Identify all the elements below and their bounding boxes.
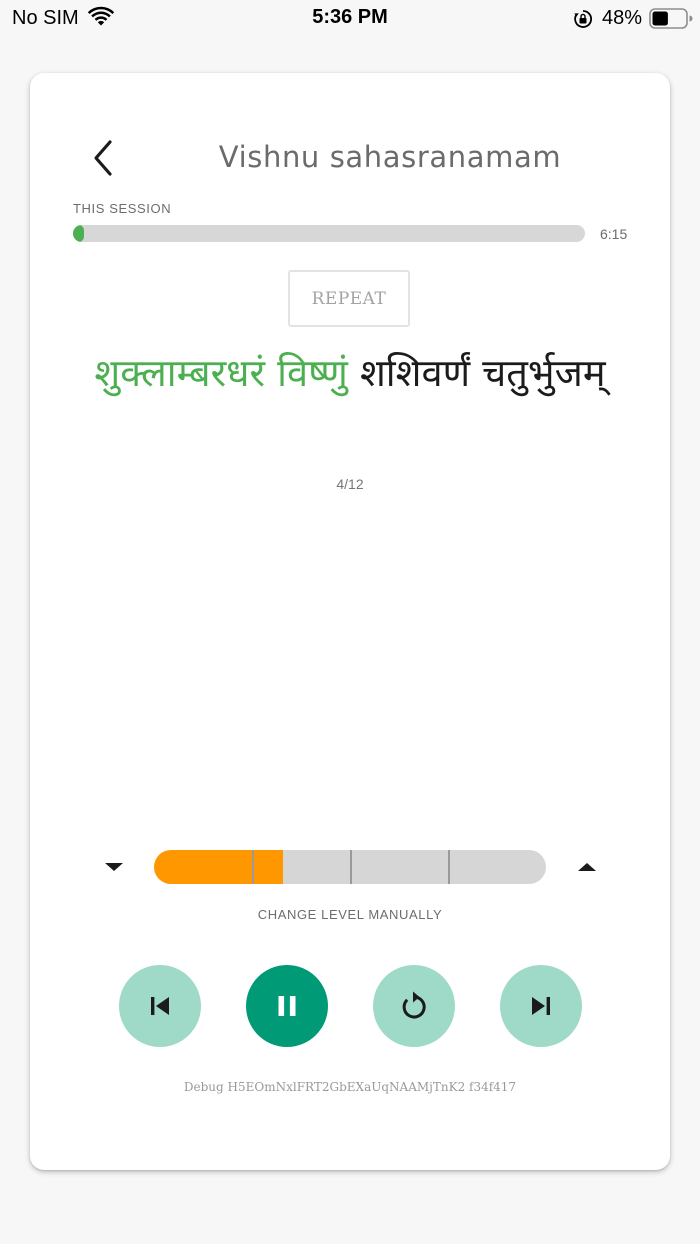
page-title: Vishnu sahasranamam — [218, 140, 562, 174]
level-fill — [154, 850, 284, 884]
session-progress-fill — [73, 225, 84, 242]
level-tick — [252, 850, 254, 884]
battery-percent: 48% — [602, 7, 643, 29]
session-time: 6:15 — [600, 226, 628, 242]
pause-button[interactable] — [246, 965, 328, 1047]
replay-icon — [402, 991, 426, 1019]
status-bar: No SIM 5:36 PM 48% — [0, 0, 700, 36]
level-tick — [448, 850, 450, 884]
battery-icon — [649, 8, 693, 29]
verse-pending-words: शशिवर्णं चतुर्भुजम् — [359, 351, 606, 395]
session-label: THIS SESSION — [73, 201, 172, 216]
orientation-lock-icon — [574, 10, 592, 28]
level-tick — [350, 850, 352, 884]
previous-button[interactable] — [119, 965, 201, 1047]
session-progress-bar — [73, 225, 585, 242]
level-slider[interactable] — [154, 850, 546, 884]
next-button[interactable] — [500, 965, 582, 1047]
level-up-button[interactable] — [574, 858, 600, 876]
skip-next-icon — [532, 997, 550, 1015]
triangle-up-icon — [578, 863, 596, 871]
triangle-down-icon — [105, 863, 123, 871]
back-button[interactable] — [86, 136, 122, 180]
pause-icon — [278, 996, 296, 1016]
skip-previous-icon — [151, 997, 169, 1015]
verse-counter: 4/12 — [336, 476, 364, 492]
verse-recited-words: शुक्लाम्बरधरं विष्णुं — [94, 351, 348, 395]
debug-info: Debug H5EOmNxlFRT2GbEXaUqNAAMjTnK2 f34f4… — [183, 1080, 517, 1094]
verse-line: शुक्लाम्बरधरं विष्णुं शशिवर्णं चतुर्भुजम… — [40, 346, 660, 398]
chevron-left-icon — [94, 140, 112, 176]
level-down-button[interactable] — [101, 858, 127, 876]
replay-button[interactable] — [373, 965, 455, 1047]
repeat-button[interactable]: REPEAT — [288, 270, 410, 327]
level-caption: CHANGE LEVEL MANUALLY — [257, 907, 443, 922]
clock: 5:36 PM — [312, 6, 388, 28]
